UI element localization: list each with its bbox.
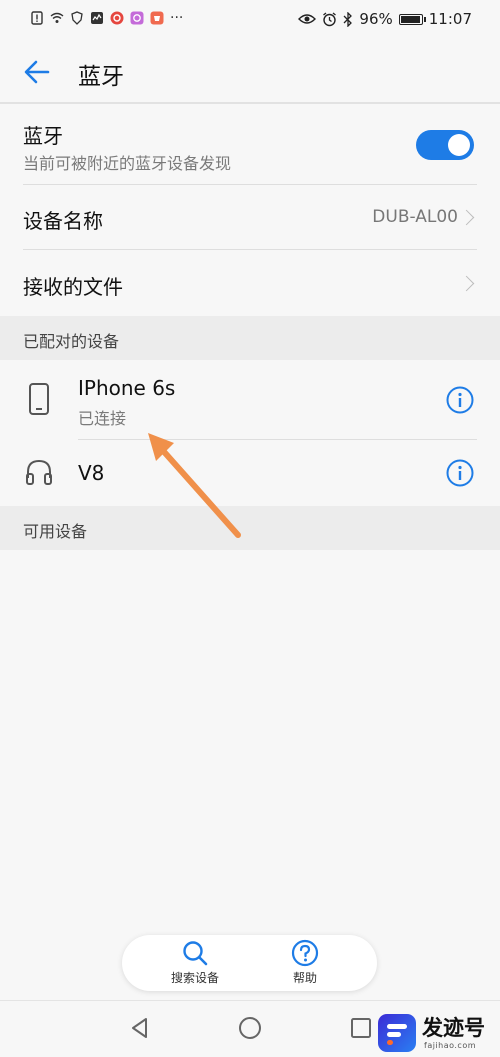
headset-icon — [26, 459, 52, 485]
sim-alert-icon — [31, 11, 43, 25]
paired-device-row[interactable]: IPhone 6s 已连接 — [0, 360, 500, 440]
shop-icon — [150, 11, 164, 25]
paired-devices-header: 已配对的设备 — [0, 316, 500, 360]
bottom-action-bar: 搜索设备 帮助 — [122, 935, 377, 991]
app-header: 蓝牙 — [0, 40, 500, 104]
weibo-icon — [110, 11, 124, 25]
watermark-text: 发迹号 — [422, 1016, 485, 1040]
chevron-right-icon — [458, 275, 475, 292]
paired-device-name: V8 — [78, 461, 105, 485]
received-files-row[interactable]: 接收的文件 — [0, 250, 500, 316]
battery-icon — [398, 13, 426, 25]
paired-devices-title: 已配对的设备 — [23, 332, 120, 351]
status-bar: ··· 96% 11:07 — [0, 0, 500, 40]
status-system: 96% 11:07 — [298, 10, 472, 28]
eye-comfort-icon — [298, 14, 317, 24]
activity-icon — [91, 12, 103, 24]
device-name-label: 设备名称 — [23, 209, 103, 233]
phone-icon — [29, 383, 49, 415]
alarm-icon — [323, 11, 337, 26]
search-icon — [183, 941, 208, 966]
available-devices-header: 可用设备 — [0, 506, 500, 550]
app-icon — [130, 11, 144, 25]
bluetooth-label: 蓝牙 — [23, 124, 63, 148]
switch-knob — [448, 134, 470, 156]
bluetooth-icon — [343, 11, 353, 27]
clock: 11:07 — [428, 10, 472, 28]
nav-home-icon[interactable] — [237, 1015, 263, 1041]
watermark: 发迹号 fajihao.com — [378, 1010, 500, 1056]
arrow-left-icon — [24, 60, 50, 84]
bluetooth-switch[interactable] — [416, 130, 474, 160]
back-button[interactable] — [22, 56, 54, 88]
search-devices-button[interactable]: 搜索设备 — [150, 939, 240, 989]
battery-percent: 96% — [359, 10, 393, 28]
wifi-icon — [50, 12, 64, 23]
page-title: 蓝牙 — [78, 64, 124, 90]
chevron-right-icon — [458, 209, 475, 226]
watermark-logo — [378, 1014, 416, 1052]
paired-device-status: 已连接 — [78, 409, 127, 428]
received-files-label: 接收的文件 — [23, 275, 123, 299]
watermark-subtext: fajihao.com — [424, 1041, 477, 1050]
paired-device-row[interactable]: V8 — [0, 440, 500, 506]
help-button[interactable]: 帮助 — [260, 939, 350, 989]
help-label: 帮助 — [292, 971, 317, 985]
nav-recents-icon[interactable] — [348, 1015, 374, 1041]
info-icon[interactable] — [446, 459, 474, 487]
nav-back-icon[interactable] — [127, 1015, 153, 1041]
device-name-row[interactable]: 设备名称 DUB-AL00 — [0, 185, 500, 249]
help-icon — [291, 939, 319, 967]
available-devices-title: 可用设备 — [23, 522, 88, 541]
paired-device-name: IPhone 6s — [78, 376, 176, 400]
more-notifications-indicator: ··· — [170, 10, 184, 26]
device-name-value: DUB-AL00 — [372, 207, 458, 227]
battery-level — [400, 15, 420, 23]
info-icon[interactable] — [446, 386, 474, 414]
search-devices-label: 搜索设备 — [170, 971, 219, 985]
shield-icon — [71, 11, 83, 25]
bluetooth-discoverable-text: 当前可被附近的蓝牙设备发现 — [23, 154, 232, 173]
status-notifications: ··· — [30, 10, 183, 26]
